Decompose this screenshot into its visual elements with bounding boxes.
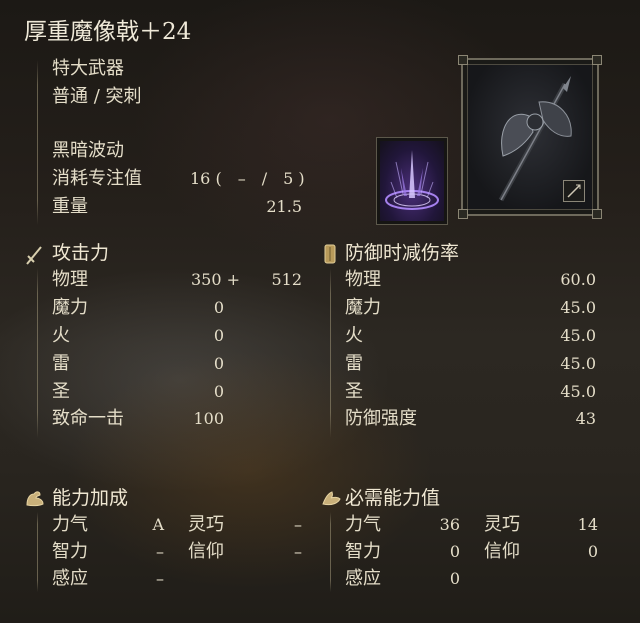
requirements-row-value: 36 xyxy=(439,515,460,534)
attack-row-label: 致命一击 xyxy=(52,408,124,429)
fp-cost-value: 16 ( – / 5 ) xyxy=(190,169,305,188)
scaling-header: 能力加成 xyxy=(52,487,129,509)
attack-row-label: 火 xyxy=(52,325,70,346)
defense-row-label: 雷 xyxy=(345,353,363,374)
scaling-row-value: A xyxy=(152,515,164,534)
attack-row-label: 圣 xyxy=(52,381,70,402)
defense-row-label: 防御强度 xyxy=(345,408,417,429)
attack-row-label: 物理 xyxy=(52,269,88,290)
dark-wave-skill-icon xyxy=(376,137,448,225)
defense-row-value: 43 xyxy=(575,409,596,428)
weight-label: 重量 xyxy=(52,196,88,217)
attack-row-value: 0 xyxy=(213,354,224,373)
divider-line xyxy=(330,512,331,592)
attack-row-value: 350 + xyxy=(190,270,240,289)
attack-row-value: 0 xyxy=(213,298,224,317)
divider-line xyxy=(37,512,38,592)
weapon-class: 特大武器 xyxy=(52,58,124,79)
fp-cost-label: 消耗专注值 xyxy=(52,168,142,189)
divider-line xyxy=(330,268,331,438)
scaling-row-value: – xyxy=(156,542,164,561)
requirements-row-value: 0 xyxy=(449,542,460,561)
attack-header: 攻击力 xyxy=(52,242,110,264)
scaling-row-value: – xyxy=(156,569,164,588)
requirements-row-value: 0 xyxy=(587,542,598,561)
defense-row-value: 45.0 xyxy=(560,382,596,401)
weapon-type-badge-icon xyxy=(563,180,585,202)
divider-line xyxy=(37,60,38,225)
requirements-row-label: 信仰 xyxy=(484,541,520,562)
flexed-arm-icon xyxy=(24,488,44,508)
requirements-row-label: 智力 xyxy=(345,541,381,562)
weight-value: 21.5 xyxy=(266,197,302,216)
attack-row-label: 雷 xyxy=(52,353,70,374)
requirements-header: 必需能力值 xyxy=(345,487,441,509)
scaling-row-value: – xyxy=(294,542,302,561)
defense-row-value: 45.0 xyxy=(560,326,596,345)
weapon-skill: 黑暗波动 xyxy=(52,140,124,161)
requirements-row-value: 14 xyxy=(577,515,598,534)
scaling-row-label: 灵巧 xyxy=(188,514,224,535)
defense-header: 防御时减伤率 xyxy=(345,242,460,264)
defense-row-label: 火 xyxy=(345,325,363,346)
defense-row-label: 魔力 xyxy=(345,297,381,318)
hand-icon xyxy=(320,488,341,508)
attack-row-value: 0 xyxy=(213,326,224,345)
divider-line xyxy=(37,268,38,438)
attack-row-value: 100 xyxy=(193,409,224,428)
attack-row-value: 0 xyxy=(213,382,224,401)
defense-row-label: 物理 xyxy=(345,269,381,290)
defense-row-value: 45.0 xyxy=(560,298,596,317)
requirements-row-label: 力气 xyxy=(345,514,381,535)
weapon-attack-type: 普通 / 突刺 xyxy=(52,86,142,107)
defense-row-value: 45.0 xyxy=(560,354,596,373)
scaling-row-label: 感应 xyxy=(52,568,88,589)
weapon-title: 厚重魔像戟＋24 xyxy=(24,19,192,45)
requirements-row-label: 灵巧 xyxy=(484,514,520,535)
defense-row-label: 圣 xyxy=(345,381,363,402)
scaling-row-label: 力气 xyxy=(52,514,88,535)
requirements-row-label: 感应 xyxy=(345,568,381,589)
attack-row-label: 魔力 xyxy=(52,297,88,318)
sword-icon xyxy=(24,244,44,265)
scaling-row-value: – xyxy=(294,515,302,534)
shield-icon xyxy=(322,243,342,264)
scaling-row-label: 智力 xyxy=(52,541,88,562)
attack-row-bonus: 512 xyxy=(271,270,302,289)
scaling-row-label: 信仰 xyxy=(188,541,224,562)
defense-row-value: 60.0 xyxy=(560,270,596,289)
requirements-row-value: 0 xyxy=(449,569,460,588)
